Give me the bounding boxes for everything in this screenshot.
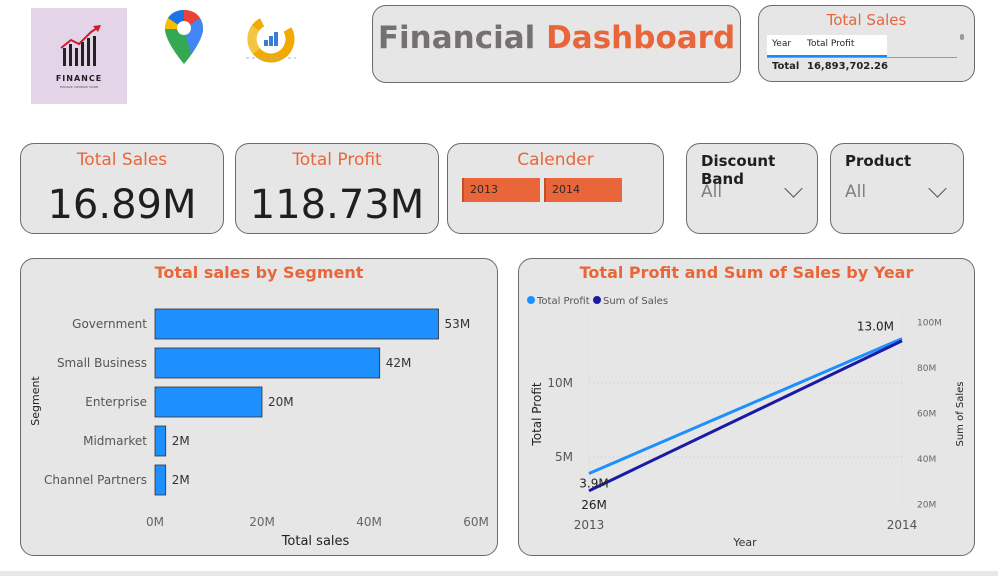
- y2-tick-label: 100M: [917, 319, 942, 329]
- line-sum-of-sales: [588, 339, 903, 493]
- bar-category-label: Midmarket: [83, 434, 147, 448]
- y-axis-label: Segment: [29, 376, 42, 426]
- calendar-year-2014-chip[interactable]: 2014: [544, 178, 622, 202]
- table-total-row: Total 16,893,702.26: [767, 57, 957, 76]
- column-header-year[interactable]: Year: [772, 39, 791, 49]
- table-scrollbar[interactable]: [960, 34, 964, 40]
- kpi-total-sales-label: Total Sales: [76, 150, 168, 170]
- data-label-profit-2014: 13.0M: [857, 320, 894, 334]
- bar-value-label: 20M: [268, 395, 294, 409]
- product-label: Product: [845, 152, 912, 170]
- bar-value-label: 2M: [172, 434, 190, 448]
- y-tick-label: 10M: [547, 376, 573, 390]
- legend-label: Total Profit: [536, 296, 590, 307]
- kpi-total-sales-card: Total Sales 16.89M: [20, 143, 224, 234]
- bar-government: [154, 308, 439, 340]
- kpi-total-profit-value: 118.73M: [249, 182, 425, 228]
- y2-tick-label: 40M: [917, 455, 936, 465]
- bar-value-label: 2M: [172, 473, 190, 487]
- kpi-total-profit-label: Total Profit: [292, 150, 382, 170]
- y2-axis-label: Sum of Sales: [955, 381, 966, 446]
- data-label-sales-2013: 26M: [581, 498, 607, 512]
- y-axis-label: Total Profit: [530, 382, 544, 446]
- segment-bar-chart-card: Total sales by Segment Government 53M Smal…: [20, 258, 498, 556]
- bar-value-label: 53M: [445, 317, 471, 331]
- legend-label: Sum of Sales: [603, 296, 668, 307]
- kpi-total-sales-value: 16.89M: [47, 182, 197, 228]
- y-tick-label: 5M: [555, 450, 573, 464]
- legend-marker-0: [527, 296, 535, 304]
- y2-tick-label: 20M: [917, 500, 936, 510]
- calendar-label: Calender: [517, 150, 594, 170]
- legend-marker-1: [593, 296, 601, 304]
- bar-midmarket: [154, 425, 167, 457]
- x-axis-label: Total sales: [281, 534, 350, 549]
- dashboard-title-card: Financial Dashboard: [372, 5, 741, 83]
- finance-logo: FINANCE FINANCE COMPANY NAME: [31, 8, 127, 104]
- line-chart-svg: Total Profit Sum of Sales 5M 10M 20M 40M 60M 80…: [527, 296, 966, 549]
- x-tick-label: 2013: [574, 518, 605, 532]
- x-tick-label: 0M: [146, 515, 164, 529]
- x-tick-label: 40M: [356, 515, 382, 529]
- bar-category-label: Small Business: [57, 356, 147, 370]
- calendar-year-2013-chip[interactable]: 2013: [462, 178, 540, 202]
- product-slicer[interactable]: Product All: [830, 143, 964, 234]
- finance-logo-text: FINANCE: [55, 74, 103, 83]
- y2-tick-label: 80M: [917, 364, 936, 374]
- data-label-profit-2013: 3.9M: [579, 476, 608, 490]
- finance-chart-icon: [60, 25, 101, 66]
- bar-channel-partners: [154, 464, 167, 496]
- discount-band-value[interactable]: All: [701, 182, 722, 202]
- bar-category-label: Government: [72, 317, 147, 331]
- discount-band-slicer[interactable]: Discount Band All: [686, 143, 818, 234]
- bar-value-label: 42M: [386, 356, 412, 370]
- page-title: Financial Dashboard: [373, 20, 740, 56]
- total-label: Total: [772, 61, 800, 72]
- table-header-row: Year Total Profit: [767, 35, 887, 57]
- bar-category-label: Channel Partners: [44, 473, 147, 487]
- bar-category-label: Enterprise: [85, 395, 147, 409]
- finance-logo-subtext: FINANCE COMPANY NAME: [59, 85, 99, 89]
- total-value: 16,893,702.26: [807, 61, 888, 72]
- x-tick-label: 2014: [887, 518, 918, 532]
- x-tick-label: 20M: [249, 515, 275, 529]
- analytics-gauge-icon: [246, 15, 296, 63]
- y2-tick-label: 60M: [917, 410, 936, 420]
- total-sales-table-card: Total Sales Year Total Profit Total 16,8…: [758, 5, 975, 82]
- column-header-total-profit[interactable]: Total Profit: [807, 39, 854, 49]
- chevron-down-icon[interactable]: [928, 179, 947, 198]
- kpi-total-profit-card: Total Profit 118.73M: [235, 143, 439, 234]
- product-value[interactable]: All: [845, 182, 866, 202]
- map-pin-icon: [165, 10, 203, 64]
- table-title: Total Sales: [826, 11, 907, 29]
- calendar-slicer-card: Calender 2013 2014: [447, 143, 664, 234]
- bar-chart-svg: Government 53M Small Business 42M Enterprise…: [29, 308, 489, 549]
- title-part-1: Financial: [377, 20, 536, 56]
- bottom-bar: [0, 571, 998, 576]
- title-part-2: Dashboard: [546, 20, 736, 56]
- x-tick-label: 60M: [463, 515, 489, 529]
- bar-enterprise: [154, 386, 263, 418]
- line-total-profit: [588, 337, 903, 475]
- bar-small-business: [154, 347, 381, 379]
- x-axis-label: Year: [732, 536, 757, 549]
- profit-sales-line-chart-card: Total Profit and Sum of Sales by Year To…: [518, 258, 975, 556]
